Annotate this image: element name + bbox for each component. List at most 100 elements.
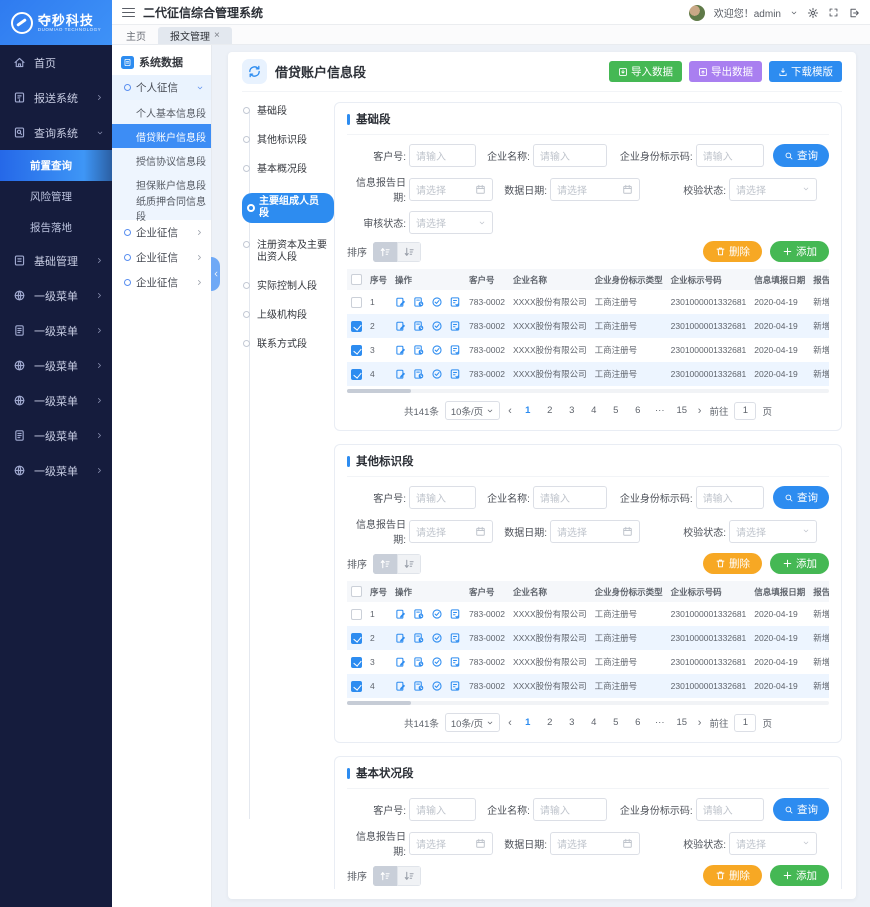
page-number-3[interactable]: 3 bbox=[564, 715, 580, 731]
page-number-1[interactable]: 1 bbox=[520, 715, 536, 731]
approve-icon[interactable] bbox=[431, 632, 443, 644]
anchor-item-6[interactable]: 上级机构段 bbox=[246, 310, 334, 322]
approve-icon[interactable] bbox=[431, 680, 443, 692]
date-input[interactable]: 请选择 bbox=[409, 178, 493, 201]
sidebar-item-8[interactable]: 一级菜单 bbox=[0, 418, 112, 453]
action-button-导出数据[interactable]: 导出数据 bbox=[689, 61, 762, 82]
sidebar-item-0[interactable]: 首页 bbox=[0, 45, 112, 80]
tab-主页[interactable]: 主页 bbox=[114, 27, 158, 44]
search-button[interactable]: 查询 bbox=[773, 798, 829, 821]
delete-button[interactable]: 删除 bbox=[703, 553, 762, 574]
anchor-item-2[interactable]: 基本概况段 bbox=[246, 164, 334, 176]
page-number-15[interactable]: 15 bbox=[674, 403, 690, 419]
goto-page-input[interactable]: 1 bbox=[734, 714, 756, 732]
row-checkbox[interactable] bbox=[351, 633, 362, 644]
select-all-checkbox[interactable] bbox=[351, 274, 362, 285]
anchor-item-4[interactable]: 注册资本及主要出资人段 bbox=[246, 240, 334, 264]
detail-icon[interactable] bbox=[413, 632, 425, 644]
next-page-button[interactable]: › bbox=[696, 405, 704, 417]
tree-group-2[interactable]: 企业征信 bbox=[112, 245, 211, 270]
detail-icon[interactable] bbox=[413, 368, 425, 380]
detail-icon[interactable] bbox=[413, 656, 425, 668]
text-input[interactable]: 请输入 bbox=[533, 486, 607, 509]
page-number-4[interactable]: 4 bbox=[586, 715, 602, 731]
sort-desc-button[interactable] bbox=[397, 242, 421, 262]
edit-icon[interactable] bbox=[395, 344, 407, 356]
select-input[interactable]: 请选择 bbox=[729, 178, 817, 201]
row-checkbox[interactable] bbox=[351, 369, 362, 380]
fullscreen-icon[interactable] bbox=[828, 7, 839, 18]
detail-icon[interactable] bbox=[413, 344, 425, 356]
text-input[interactable]: 请输入 bbox=[533, 144, 607, 167]
page-number-6[interactable]: 6 bbox=[630, 715, 646, 731]
avatar[interactable] bbox=[689, 5, 705, 21]
record-icon[interactable] bbox=[449, 368, 461, 380]
sidebar-item-6[interactable]: 一级菜单 bbox=[0, 348, 112, 383]
sidebar-subitem-风险管理[interactable]: 风险管理 bbox=[0, 181, 112, 212]
tree-group-0[interactable]: 个人征信 bbox=[112, 75, 211, 100]
page-number-15[interactable]: 15 bbox=[674, 715, 690, 731]
tree-item-纸质押合同信息段[interactable]: 纸质押合同信息段 bbox=[112, 196, 211, 220]
tree-group-3[interactable]: 企业征信 bbox=[112, 270, 211, 295]
record-icon[interactable] bbox=[449, 656, 461, 668]
sort-asc-button[interactable] bbox=[373, 554, 397, 574]
approve-icon[interactable] bbox=[431, 320, 443, 332]
edit-icon[interactable] bbox=[395, 680, 407, 692]
approve-icon[interactable] bbox=[431, 344, 443, 356]
edit-icon[interactable] bbox=[395, 368, 407, 380]
page-size-select[interactable]: 10条/页 bbox=[445, 401, 500, 420]
action-button-导入数据[interactable]: 导入数据 bbox=[609, 61, 682, 82]
select-input[interactable]: 请选择 bbox=[729, 520, 817, 543]
text-input[interactable]: 请输入 bbox=[696, 486, 764, 509]
select-input[interactable]: 请选择 bbox=[729, 832, 817, 855]
goto-page-input[interactable]: 1 bbox=[734, 402, 756, 420]
tree-item-授信协议信息段[interactable]: 授信协议信息段 bbox=[112, 148, 211, 172]
detail-icon[interactable] bbox=[413, 608, 425, 620]
sidebar-item-7[interactable]: 一级菜单 bbox=[0, 383, 112, 418]
text-input[interactable]: 请输入 bbox=[696, 144, 764, 167]
date-input[interactable]: 请选择 bbox=[550, 520, 640, 543]
sidebar-subitem-报告落地[interactable]: 报告落地 bbox=[0, 212, 112, 243]
sidebar-item-3[interactable]: 基础管理 bbox=[0, 243, 112, 278]
logout-icon[interactable] bbox=[848, 7, 860, 19]
search-button[interactable]: 查询 bbox=[773, 144, 829, 167]
row-checkbox[interactable] bbox=[351, 681, 362, 692]
sidebar-item-4[interactable]: 一级菜单 bbox=[0, 278, 112, 313]
tree-item-借贷账户信息段[interactable]: 借贷账户信息段 bbox=[112, 124, 211, 148]
record-icon[interactable] bbox=[449, 608, 461, 620]
edit-icon[interactable] bbox=[395, 296, 407, 308]
text-input[interactable]: 请输入 bbox=[696, 798, 764, 821]
sort-desc-button[interactable] bbox=[397, 554, 421, 574]
action-button-下载模版[interactable]: 下载模版 bbox=[769, 61, 842, 82]
date-input[interactable]: 请选择 bbox=[550, 178, 640, 201]
page-size-select[interactable]: 10条/页 bbox=[445, 713, 500, 732]
panel-collapse-handle[interactable] bbox=[211, 257, 220, 291]
approve-icon[interactable] bbox=[431, 608, 443, 620]
prev-page-button[interactable]: ‹ bbox=[506, 717, 514, 729]
row-checkbox[interactable] bbox=[351, 297, 362, 308]
record-icon[interactable] bbox=[449, 320, 461, 332]
detail-icon[interactable] bbox=[413, 680, 425, 692]
edit-icon[interactable] bbox=[395, 320, 407, 332]
sidebar-item-1[interactable]: 报送系统 bbox=[0, 80, 112, 115]
page-number-2[interactable]: 2 bbox=[542, 403, 558, 419]
page-number-4[interactable]: 4 bbox=[586, 403, 602, 419]
row-checkbox[interactable] bbox=[351, 657, 362, 668]
horizontal-scrollbar[interactable] bbox=[347, 389, 829, 393]
collapse-menu-icon[interactable] bbox=[122, 8, 135, 18]
next-page-button[interactable]: › bbox=[696, 717, 704, 729]
sidebar-item-9[interactable]: 一级菜单 bbox=[0, 453, 112, 488]
add-button[interactable]: 添加 bbox=[770, 553, 829, 574]
page-number-1[interactable]: 1 bbox=[520, 403, 536, 419]
text-input[interactable]: 请输入 bbox=[409, 486, 476, 509]
page-number-5[interactable]: 5 bbox=[608, 403, 624, 419]
add-button[interactable]: 添加 bbox=[770, 865, 829, 886]
anchor-item-0[interactable]: 基础段 bbox=[246, 106, 334, 118]
page-number-3[interactable]: 3 bbox=[564, 403, 580, 419]
prev-page-button[interactable]: ‹ bbox=[506, 405, 514, 417]
edit-icon[interactable] bbox=[395, 656, 407, 668]
sidebar-item-5[interactable]: 一级菜单 bbox=[0, 313, 112, 348]
record-icon[interactable] bbox=[449, 632, 461, 644]
text-input[interactable]: 请输入 bbox=[409, 798, 476, 821]
text-input[interactable]: 请输入 bbox=[409, 144, 476, 167]
